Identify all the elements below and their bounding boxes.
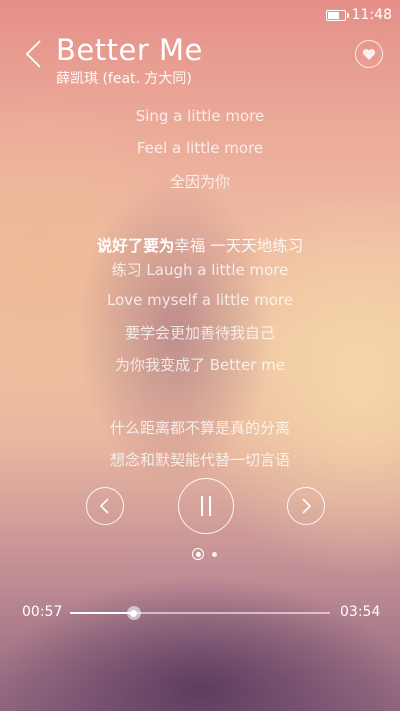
lyric-line: 全因为你 (169, 173, 230, 191)
pause-button[interactable] (178, 478, 234, 534)
status-time: 11:48 (351, 7, 392, 23)
page-dot[interactable] (212, 551, 217, 557)
favorite-button[interactable] (355, 40, 383, 68)
total-time: 03:54 (340, 604, 381, 620)
current-lyric-line: 说好了要为幸福 一天天地练习 (0, 234, 400, 256)
lyric-line: 要学会更加善待我自己 (124, 324, 275, 342)
heart-icon (362, 48, 376, 60)
chevron-right-icon (302, 498, 312, 514)
lyric-sung-part: 说好了要为 (96, 237, 175, 255)
elapsed-time: 00:57 (22, 604, 63, 620)
battery-icon (325, 9, 349, 21)
lyric-line: 为你我变成了 Better me (114, 356, 286, 374)
status-bar: 11:48 (325, 0, 400, 30)
music-player-screen: 11:48 Better Me 薛凯琪 (feat. 方大同) Sing a l… (0, 0, 400, 711)
page-dot-active[interactable] (192, 548, 204, 560)
lyric-line: Love myself a little more (107, 291, 293, 309)
lyric-line: 什么距离都不算是真的分离 (109, 419, 290, 437)
back-button[interactable] (22, 40, 46, 68)
progress-thumb[interactable] (126, 606, 141, 620)
progress-fill (70, 612, 134, 614)
chevron-left-icon (25, 40, 41, 68)
pause-icon (201, 496, 211, 516)
progress-slider[interactable] (70, 606, 330, 620)
previous-button[interactable] (86, 487, 124, 525)
next-button[interactable] (287, 487, 325, 525)
lyric-line: 想念和默契能代替一切言语 (109, 451, 290, 469)
song-artist: 薛凯琪 (feat. 方大同) (56, 71, 192, 87)
lyric-line: 练习 Laugh a little more (111, 261, 289, 279)
lyric-line: Sing a little more (135, 107, 265, 125)
lyric-unsung-part: 幸福 一天天地练习 (174, 237, 304, 255)
song-title: Better Me (56, 33, 203, 67)
page-indicator[interactable] (192, 548, 217, 560)
chevron-left-icon (99, 498, 109, 514)
lyric-line: Feel a little more (136, 139, 264, 157)
